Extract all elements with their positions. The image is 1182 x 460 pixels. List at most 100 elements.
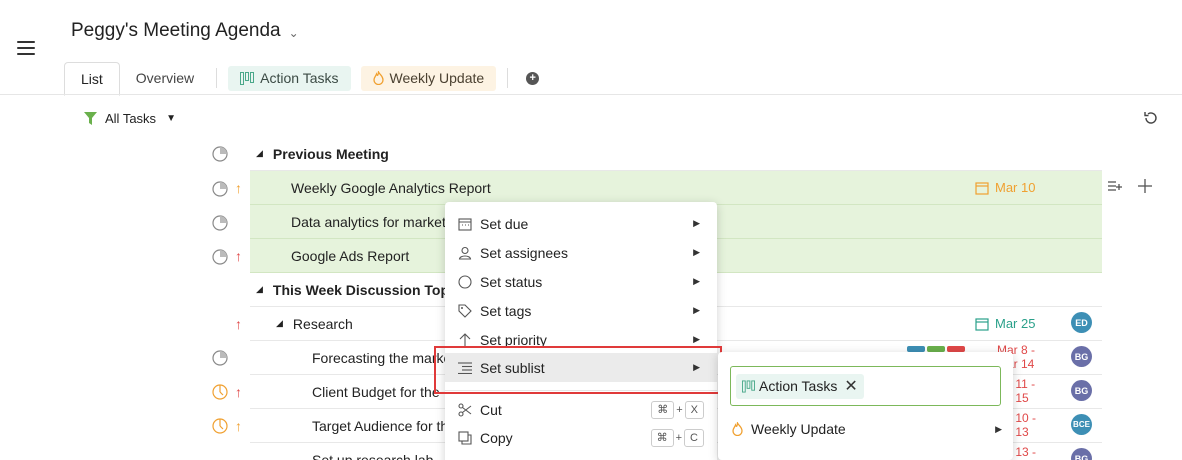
menu-item-label: Set assignees [480, 244, 568, 261]
tab-weekly-update-label: Weekly Update [389, 70, 485, 86]
due-date-text: Mar 25 [995, 316, 1036, 331]
row-tools [1108, 179, 1152, 193]
calendar-icon [975, 181, 989, 195]
status-icon[interactable] [212, 418, 228, 434]
avatar[interactable]: BCE [1071, 414, 1092, 435]
menu-item-set-tags[interactable]: Set tags ▶ [445, 296, 717, 325]
page-title-text: Peggy's Meeting Agenda [71, 20, 281, 41]
menu-item-set-assignees[interactable]: Set assignees ▶ [445, 238, 717, 267]
due-date[interactable]: Mar 25 [975, 316, 1035, 331]
sublist-option-weekly-update[interactable]: Weekly Update ▶ [732, 418, 1002, 440]
flame-icon [732, 422, 743, 436]
menu-item-copy[interactable]: Copy ⌘ + C [445, 423, 717, 452]
avatar[interactable]: BG [1071, 346, 1092, 367]
priority-arrow-icon[interactable]: ↑ [235, 418, 242, 434]
group-title: This Week Discussion Topics [272, 281, 469, 298]
submenu-arrow-icon: ▶ [995, 423, 1002, 434]
caret-down-icon: ▼ [166, 113, 176, 124]
submenu-arrow-icon: ▶ [693, 276, 700, 286]
calendar-icon [457, 216, 472, 231]
cmd-key: ⌘ [651, 400, 675, 419]
menu-item-label: Copy [480, 429, 513, 446]
menu-item-set-status[interactable]: Set status ▶ [445, 267, 717, 296]
highlight-annotation [434, 346, 722, 394]
status-icon[interactable] [212, 384, 228, 400]
tab-divider [216, 68, 218, 88]
sublist-option-label: Weekly Update [751, 421, 846, 437]
status-icon[interactable] [212, 181, 228, 197]
task-name: Research [292, 315, 353, 332]
header-divider [0, 94, 1182, 95]
calendar-icon [975, 317, 989, 331]
scissors-icon [457, 402, 472, 417]
submenu-arrow-icon: ▶ [693, 218, 700, 228]
subtask-icon[interactable] [1108, 180, 1122, 192]
tab-list[interactable]: List [64, 62, 120, 96]
refresh-icon[interactable] [1143, 110, 1159, 126]
filter-dropdown[interactable]: All Tasks ▼ [84, 111, 176, 126]
task-name: Google Ads Report [291, 247, 410, 264]
sublist-select-input[interactable]: Action Tasks ✕ [730, 366, 1001, 406]
remove-icon[interactable]: ✕ [844, 376, 857, 396]
selected-sublist-label: Action Tasks [759, 378, 838, 394]
shortcut: ⌘ + C [650, 428, 704, 447]
collapse-triangle-icon[interactable]: ◢ [276, 318, 283, 329]
tab-action-tasks[interactable]: Action Tasks [228, 65, 351, 91]
cmd-key: ⌘ [650, 428, 674, 447]
task-name: Set up research lab [312, 451, 434, 460]
status-icon[interactable] [212, 350, 228, 366]
filter-icon [84, 112, 97, 125]
menu-item-label: Set tags [480, 302, 532, 319]
status-icon[interactable] [212, 146, 228, 162]
filter-label: All Tasks [105, 111, 157, 126]
task-name: Weekly Google Analytics Report [291, 179, 491, 196]
group-row-previous-meeting[interactable]: ◢ Previous Meeting [250, 137, 1102, 171]
plus-icon[interactable] [1138, 179, 1152, 193]
menu-item-label: Set status [480, 273, 543, 290]
kanban-icon [742, 379, 755, 393]
task-name: Data analytics for market [291, 213, 446, 230]
priority-arrow-icon[interactable]: ↑ [235, 316, 242, 332]
avatar[interactable]: ED [1071, 312, 1092, 333]
avatar[interactable]: BG [1071, 380, 1092, 401]
arrow-up-icon [457, 332, 472, 347]
task-name: Client Budget for the [312, 383, 440, 400]
user-icon [457, 245, 472, 260]
submenu-arrow-icon: ▶ [693, 305, 700, 315]
add-tab-icon[interactable]: + [526, 71, 540, 85]
c-key: C [684, 428, 704, 447]
due-date-text: Mar 10 [995, 180, 1036, 195]
kanban-icon [240, 71, 255, 85]
selected-sublist-chip: Action Tasks ✕ [736, 373, 864, 399]
menu-item-label: Set due [480, 215, 529, 232]
tab-divider-2 [507, 68, 509, 88]
status-icon[interactable] [212, 215, 228, 231]
collapse-triangle-icon[interactable]: ◢ [256, 284, 263, 295]
task-name: Target Audience for th [312, 417, 449, 434]
hamburger-menu-icon[interactable] [17, 41, 35, 55]
tag-icon [457, 303, 472, 318]
priority-arrow-icon[interactable]: ↑ [235, 248, 242, 264]
flame-icon [372, 71, 384, 85]
context-menu: Set due ▶ Set assignees ▶ Set status ▶ S… [445, 202, 717, 460]
copy-icon [457, 430, 472, 445]
menu-item-cut[interactable]: Cut ⌘ + X [445, 395, 717, 424]
page-title[interactable]: Peggy's Meeting Agenda ⌄ [71, 20, 299, 42]
tab-bar: List Overview Action Tasks Weekly Update… [64, 61, 540, 96]
chevron-down-icon[interactable]: ⌄ [289, 26, 299, 40]
tab-weekly-update[interactable]: Weekly Update [360, 65, 497, 91]
due-date[interactable]: Mar 10 [975, 180, 1035, 195]
collapse-triangle-icon[interactable]: ◢ [256, 148, 263, 159]
shortcut: ⌘ + X [651, 400, 704, 419]
priority-arrow-icon[interactable]: ↑ [235, 180, 242, 196]
priority-arrow-icon[interactable]: ↑ [235, 384, 242, 400]
submenu-arrow-icon: ▶ [693, 247, 700, 257]
x-key: X [684, 400, 704, 419]
menu-item-set-due[interactable]: Set due ▶ [445, 209, 717, 238]
sublist-submenu: Action Tasks ✕ Weekly Update ▶ [718, 352, 1013, 460]
menu-item-label: Cut [480, 401, 502, 418]
status-icon[interactable] [212, 249, 228, 265]
tab-overview[interactable]: Overview [120, 61, 210, 95]
group-title: Previous Meeting [272, 145, 389, 162]
tab-action-tasks-label: Action Tasks [260, 70, 339, 86]
